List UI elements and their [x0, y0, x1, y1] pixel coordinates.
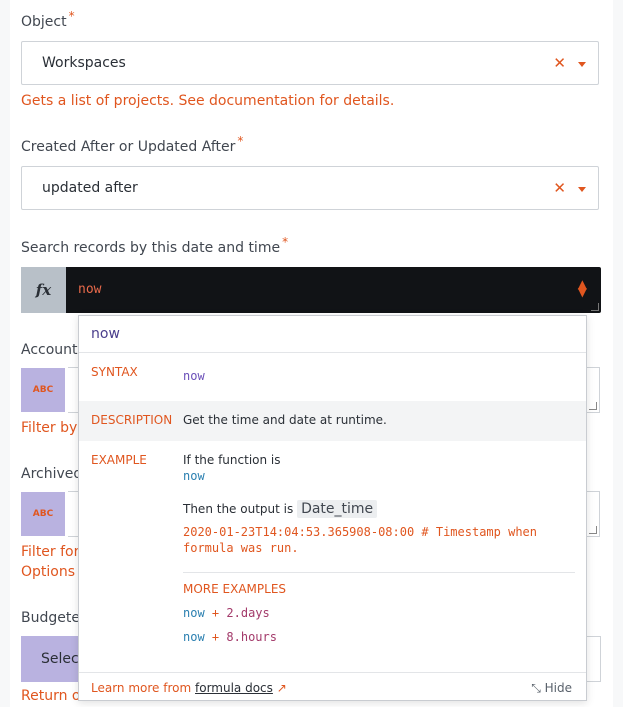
search-records-label: Search records by this date and time * [21, 235, 289, 256]
example-result-line1: 2020-01-23T14:04:53.365908-08:00 # Times… [183, 525, 538, 539]
more-examples-label: MORE EXAMPLES [183, 582, 287, 596]
popup-header: now [79, 316, 586, 353]
formula-docs-link[interactable]: formula docs [195, 681, 273, 695]
hide-button[interactable]: ⤡ Hide [531, 681, 572, 696]
learn-more-text: Learn more from formula docs ↗ [91, 681, 287, 695]
example-result-line2: formula was run. [183, 541, 299, 555]
chevron-down-icon[interactable] [578, 187, 586, 192]
resize-handle[interactable] [589, 526, 597, 534]
formula-input[interactable]: now [78, 282, 101, 297]
object-label: Object * [21, 9, 75, 30]
description-label: DESCRIPTION [91, 413, 173, 427]
archived-type-pill[interactable]: ABC [21, 492, 65, 536]
collapse-icon: ⤡ [531, 681, 541, 695]
output-type-tag: Date_time [297, 500, 378, 518]
object-value: Workspaces [42, 55, 126, 71]
syntax-label: SYNTAX [91, 365, 138, 379]
clear-icon[interactable]: ✕ [553, 54, 566, 72]
created-updated-value: updated after [42, 180, 138, 196]
clear-icon[interactable]: ✕ [553, 179, 566, 197]
example-output: Then the output is Date_time [183, 500, 378, 518]
account-label: Account [21, 342, 78, 358]
created-updated-select[interactable]: updated after ✕ [21, 166, 599, 210]
object-hint: Gets a list of projects. See documentati… [21, 93, 395, 109]
example-label: EXAMPLE [91, 453, 147, 467]
formula-field[interactable]: fx now ▲ ▼ [21, 267, 601, 313]
more-example-2: now + 8.hours [183, 630, 277, 644]
expand-icon[interactable]: ▲ ▼ [578, 278, 587, 298]
external-link-icon: ↗ [276, 681, 287, 695]
chevron-down-icon[interactable] [578, 62, 586, 67]
created-updated-label: Created After or Updated After * [21, 134, 244, 155]
example-intro: If the function is [183, 453, 281, 467]
example-code: now [183, 469, 205, 483]
syntax-value: now [183, 369, 205, 383]
divider [183, 572, 575, 573]
popup-query: now [91, 326, 120, 342]
object-select[interactable]: Workspaces ✕ [21, 41, 599, 85]
description-value: Get the time and date at runtime. [183, 413, 387, 427]
archived-label: Archived [21, 466, 83, 482]
resize-handle[interactable] [589, 402, 597, 410]
popup-footer: Learn more from formula docs ↗ ⤡ Hide [79, 672, 586, 702]
budgeted-hint: Return o [21, 688, 81, 704]
formula-help-popup: now SYNTAX now DESCRIPTION Get the time … [78, 315, 587, 701]
formula-fx-icon[interactable]: fx [21, 267, 66, 313]
account-type-pill[interactable]: ABC [21, 368, 65, 412]
more-example-1: now + 2.days [183, 606, 270, 620]
resize-handle[interactable] [591, 303, 599, 311]
